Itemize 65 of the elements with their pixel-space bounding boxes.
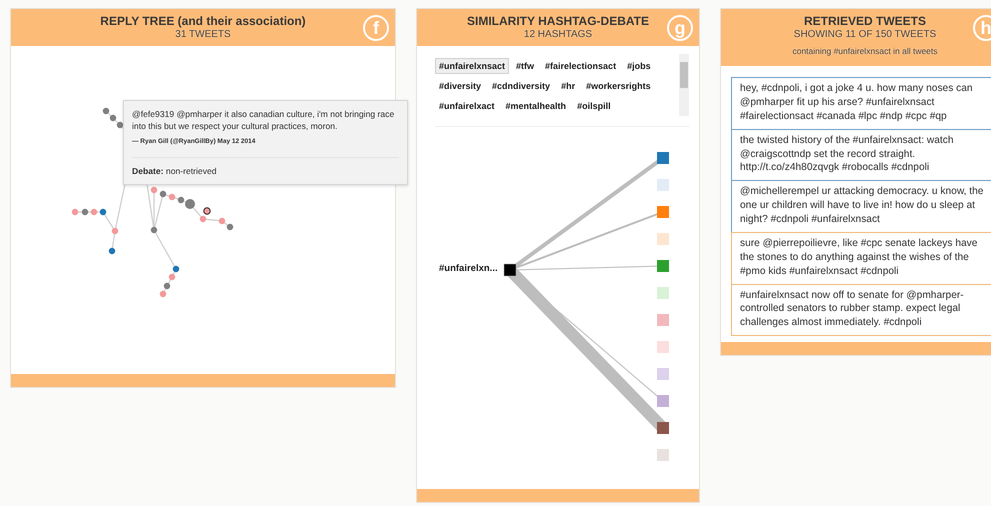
hashtag-node[interactable] bbox=[504, 264, 516, 276]
hashtag-label: #unfairelxn... bbox=[439, 263, 498, 274]
hashtag-chip[interactable]: #fairelectionsact bbox=[541, 58, 620, 74]
tweet-node[interactable] bbox=[178, 196, 184, 204]
tweet-node[interactable] bbox=[82, 208, 88, 216]
tooltip-text: @fefe9319 @pmharper it also canadian culture, i'm not bringing race into this but we respect your cultural practices, moron. bbox=[132, 109, 396, 132]
tweet-node[interactable] bbox=[150, 226, 158, 234]
hashtag-node[interactable] bbox=[657, 341, 669, 353]
panel-badge: h bbox=[973, 15, 991, 41]
tweet-node[interactable] bbox=[72, 208, 78, 216]
panel-badge: g bbox=[667, 15, 693, 41]
hashtag-chip[interactable]: #unfairelxact bbox=[435, 98, 499, 114]
panel-subtitle: 12 HASHTAGS bbox=[524, 29, 592, 40]
hashtag-chip[interactable]: #cdndiversity bbox=[488, 78, 554, 94]
panel-subtitle: SHOWING 11 OF 150 TWEETS bbox=[794, 29, 936, 40]
tweet-node[interactable] bbox=[185, 199, 195, 209]
hashtag-chip[interactable]: #jobs bbox=[623, 58, 655, 74]
panel-title: REPLY TREE (and their association) bbox=[100, 14, 306, 28]
panel-title: RETRIEVED TWEETS bbox=[804, 14, 926, 28]
tweet-node[interactable] bbox=[150, 186, 158, 194]
tweet-card[interactable]: sure @pierrepoilievre, like #cpc senate lackeys have the stones to do anything against the wishes of the #pmo kids #unfairelxnsact #cdnpoli bbox=[731, 232, 991, 284]
hashtag-chip[interactable]: #oilspill bbox=[573, 98, 615, 114]
hashtag-node[interactable] bbox=[657, 422, 669, 434]
hashtag-chip[interactable]: #unfairelxnsact bbox=[435, 58, 510, 74]
debate-label: Debate: non-retrieved bbox=[132, 166, 218, 178]
tweet-node[interactable] bbox=[226, 224, 234, 230]
tweet-node[interactable] bbox=[168, 274, 176, 280]
hashtag-chip[interactable]: #workersrights bbox=[582, 78, 655, 94]
tweet-node[interactable] bbox=[110, 114, 116, 122]
tweet-card[interactable]: hey, #cdnpoli, i got a joke 4 u. how many noses can @pmharper fit up his arse? #unfairelxnsact #fairelectionsact #canada #lpc #ndp #cpc #qp bbox=[731, 77, 991, 130]
tweet-node[interactable] bbox=[218, 218, 226, 224]
hashtag-chip[interactable]: #tfw bbox=[512, 58, 538, 74]
panel-subtitle: 31 TWEETS bbox=[175, 29, 231, 40]
hashtag-node[interactable] bbox=[657, 395, 669, 407]
hashtag-node[interactable] bbox=[657, 449, 669, 461]
hashtag-node[interactable] bbox=[657, 314, 669, 326]
tweet-node[interactable] bbox=[116, 122, 124, 128]
hashtag-node[interactable] bbox=[657, 287, 669, 299]
tweet-node[interactable] bbox=[90, 208, 98, 216]
tweet-node[interactable] bbox=[168, 194, 176, 200]
hashtag-node[interactable] bbox=[657, 179, 669, 191]
tweet-card[interactable]: #unfairelxnsact now off to senate for @pmharper-controlled senators to rubber stamp. expect legal challenges almost immediately. #cdnpoli bbox=[731, 284, 991, 336]
panel-badge: f bbox=[363, 15, 389, 41]
scrollbar[interactable] bbox=[679, 54, 689, 116]
tweet-node[interactable] bbox=[203, 207, 211, 215]
tweet-node[interactable] bbox=[100, 208, 106, 216]
hashtag-node[interactable] bbox=[657, 260, 669, 272]
tweet-node[interactable] bbox=[102, 108, 110, 114]
hashtag-chip[interactable]: #diversity bbox=[435, 78, 486, 94]
tweet-node[interactable] bbox=[112, 228, 118, 234]
hashtag-node[interactable] bbox=[657, 233, 669, 245]
tweet-node[interactable] bbox=[160, 190, 166, 198]
hashtag-node[interactable] bbox=[657, 152, 669, 164]
filter-caption: containing #unfairelxnsact in all tweets bbox=[792, 46, 938, 56]
tweet-node[interactable] bbox=[160, 290, 166, 298]
hashtag-node[interactable] bbox=[657, 368, 669, 380]
tweet-node[interactable] bbox=[200, 216, 206, 222]
hashtag-node[interactable] bbox=[657, 206, 669, 218]
tweet-node[interactable] bbox=[172, 266, 180, 272]
panel-title: SIMILARITY HASHTAG-DEBATE bbox=[467, 14, 649, 28]
tweet-node[interactable] bbox=[108, 248, 116, 254]
hashtag-chip[interactable]: #hr bbox=[557, 78, 580, 94]
tweet-node[interactable] bbox=[164, 282, 170, 290]
reply-link bbox=[166, 276, 173, 286]
hashtag-chip[interactable]: #mentalhealth bbox=[502, 98, 570, 114]
